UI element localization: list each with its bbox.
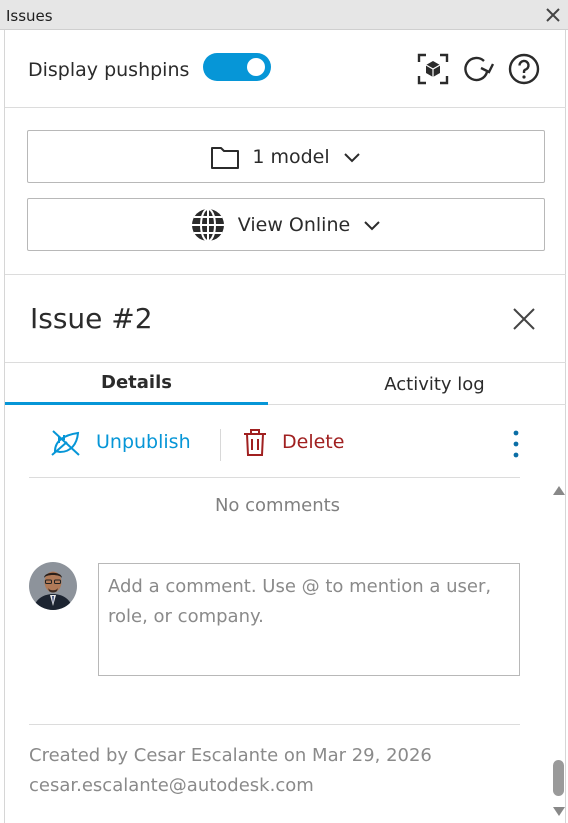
- help-icon[interactable]: [507, 52, 541, 86]
- close-issue-icon[interactable]: [512, 307, 536, 331]
- tab-activity-log[interactable]: Activity log: [303, 363, 566, 405]
- view-dropdown-label: View Online: [237, 213, 351, 236]
- actions-divider: [220, 429, 221, 461]
- tab-details[interactable]: Details: [5, 363, 268, 405]
- globe-icon: [191, 207, 224, 242]
- divider: [29, 477, 520, 478]
- unpublish-button[interactable]: Unpublish: [50, 427, 191, 457]
- display-pushpins-toggle[interactable]: [203, 53, 271, 81]
- no-comments-text: No comments: [214, 495, 341, 516]
- display-pushpins-label: Display pushpins: [28, 59, 190, 81]
- scroll-down-arrow-icon[interactable]: [553, 807, 565, 816]
- trash-icon: [244, 429, 266, 456]
- toggle-knob: [247, 58, 265, 76]
- scrollbar-thumb[interactable]: [553, 760, 564, 796]
- panel-title: Issues: [6, 7, 53, 25]
- issue-actions: Unpublish Delete: [5, 405, 566, 477]
- issues-panel: Display pushpins 1 model View Online Iss…: [4, 30, 566, 823]
- comment-input[interactable]: [98, 563, 520, 676]
- scroll-up-arrow-icon[interactable]: [553, 486, 565, 495]
- toolbar: Display pushpins: [5, 30, 566, 108]
- issue-title: Issue #2: [30, 302, 153, 335]
- more-options-icon[interactable]: [510, 429, 522, 459]
- divider: [29, 724, 520, 725]
- issue-tabs: Details Activity log: [5, 363, 566, 405]
- avatar: [29, 562, 77, 610]
- refresh-icon[interactable]: [460, 52, 494, 86]
- source-selectors: 1 model View Online: [5, 108, 566, 275]
- close-panel-icon[interactable]: [544, 6, 562, 24]
- delete-button[interactable]: Delete: [242, 427, 344, 457]
- created-info: Created by Cesar Escalante on Mar 29, 20…: [29, 741, 432, 801]
- model-dropdown-label: 1 model: [252, 145, 330, 168]
- issue-header: Issue #2: [5, 275, 566, 363]
- folder-icon: [211, 146, 240, 169]
- unpublish-label: Unpublish: [96, 431, 191, 453]
- delete-label: Delete: [282, 431, 345, 453]
- panel-titlebar: Issues: [0, 0, 568, 30]
- chevron-down-icon: [343, 152, 360, 162]
- unpublish-icon: [51, 430, 80, 456]
- view-dropdown[interactable]: View Online: [27, 198, 545, 251]
- vertical-scrollbar[interactable]: [550, 477, 566, 823]
- model-dropdown[interactable]: 1 model: [27, 130, 545, 183]
- creator-email: cesar.escalante@autodesk.com: [29, 775, 314, 796]
- details-content: No comments Created by Cesar Escalante o…: [5, 477, 550, 823]
- chevron-down-icon: [364, 220, 380, 230]
- focus-model-icon[interactable]: [416, 52, 450, 86]
- created-by-text: Created by Cesar Escalante on Mar 29, 20…: [29, 745, 432, 766]
